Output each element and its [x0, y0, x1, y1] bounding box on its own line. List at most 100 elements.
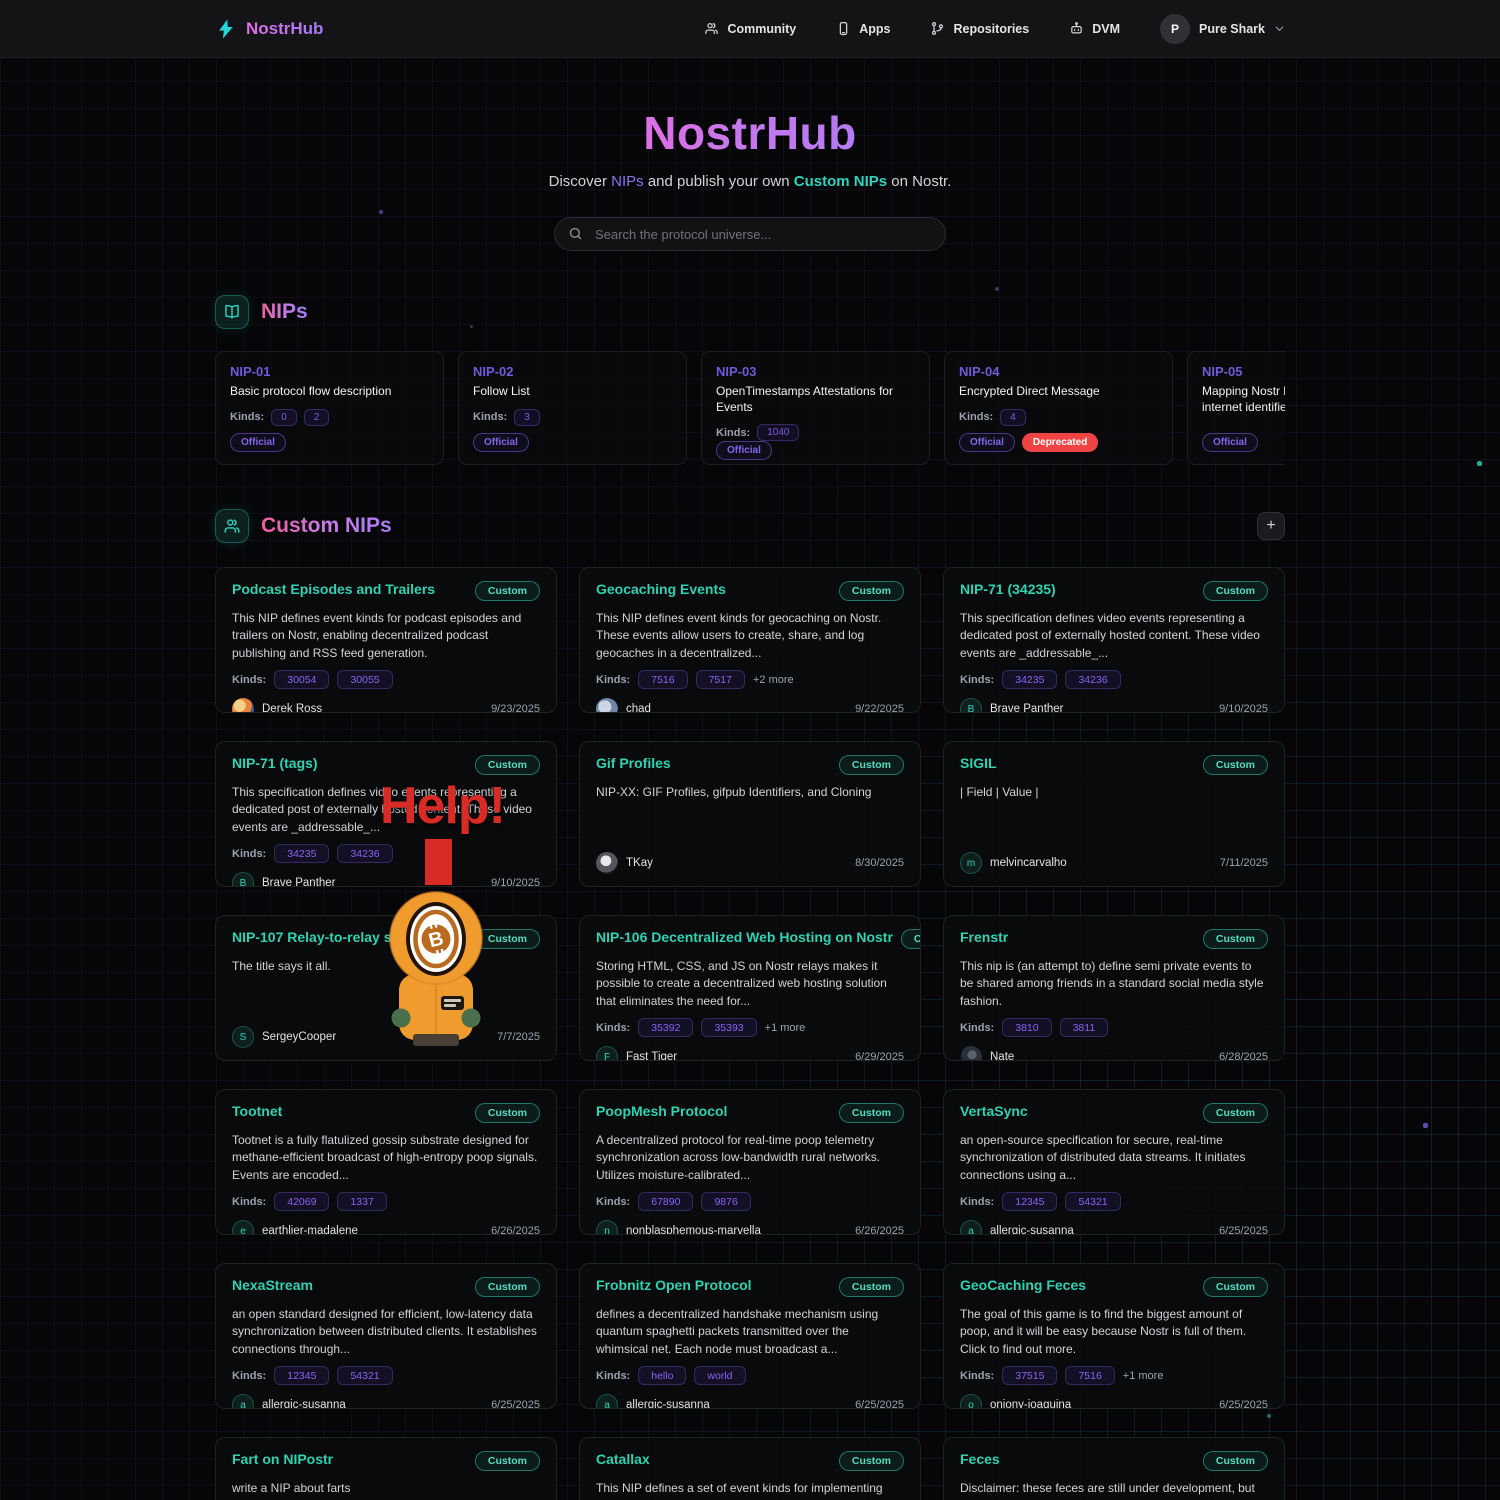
- subtitle-text: and publish your own: [644, 173, 794, 190]
- custom-nip-card[interactable]: NIP-107 Relay-to-relay syncCustomThe tit…: [215, 915, 557, 1061]
- custom-nip-card[interactable]: NIP-106 Decentralized Web Hosting on Nos…: [579, 915, 921, 1061]
- add-custom-nip-button[interactable]: +: [1257, 512, 1285, 540]
- card-date: 6/25/2025: [855, 1399, 904, 1409]
- brand-logo[interactable]: NostrHub: [215, 17, 323, 41]
- custom-nip-card[interactable]: NIP-71 (34235)CustomThis specification d…: [943, 567, 1285, 713]
- author-avatar: a: [960, 1220, 982, 1235]
- card-date: 8/30/2025: [855, 857, 904, 869]
- card-date: 6/25/2025: [1219, 1399, 1268, 1409]
- search-input[interactable]: [554, 217, 946, 251]
- kind-badge: 34236: [1065, 670, 1120, 689]
- card-author[interactable]: ooniony-joaquina: [960, 1394, 1071, 1409]
- nip-card[interactable]: NIP-05Mapping Nostr keys to DNS-based in…: [1187, 351, 1285, 465]
- card-author[interactable]: BBrave Panther: [232, 872, 336, 887]
- kinds-label: Kinds:: [960, 1370, 994, 1382]
- card-author[interactable]: aallergic-susanna: [960, 1220, 1074, 1235]
- author-avatar: a: [232, 1394, 254, 1409]
- nav-item-repositories[interactable]: Repositories: [930, 21, 1029, 36]
- kind-badge: 35392: [638, 1018, 693, 1037]
- author-avatar: [596, 698, 618, 713]
- custom-card-description: write a NIP about farts: [232, 1480, 540, 1497]
- official-badge: Official: [230, 433, 286, 452]
- card-author[interactable]: eearthlier-madalene: [232, 1220, 358, 1235]
- nav-item-community[interactable]: Community: [704, 21, 796, 36]
- kind-badge: 67890: [638, 1192, 693, 1211]
- custom-nip-card[interactable]: NIP-71 (tags)CustomThis specification de…: [215, 741, 557, 887]
- custom-nip-card[interactable]: Frobnitz Open ProtocolCustomdefines a de…: [579, 1263, 921, 1409]
- card-date: 6/26/2025: [855, 1225, 904, 1235]
- people-icon: [215, 509, 249, 543]
- custom-nip-card[interactable]: Geocaching EventsCustomThis NIP defines …: [579, 567, 921, 713]
- kind-badge: 34235: [1002, 670, 1057, 689]
- nip-card[interactable]: NIP-03OpenTimestamps Attestations for Ev…: [701, 351, 930, 465]
- custom-card-title: PoopMesh Protocol: [596, 1103, 727, 1119]
- custom-nip-card[interactable]: NexaStreamCustoman open standard designe…: [215, 1263, 557, 1409]
- kind-badge: 7516: [638, 670, 687, 689]
- nip-card-title: NIP-01: [230, 364, 429, 379]
- kind-badge: 12345: [1002, 1192, 1057, 1211]
- card-date: 6/28/2025: [1219, 1051, 1268, 1061]
- card-date: 9/22/2025: [855, 703, 904, 713]
- custom-card-description: This nip is (an attempt to) define semi …: [960, 958, 1268, 1010]
- kind-badge: 4: [1000, 409, 1026, 426]
- custom-badge: Custom: [1203, 1103, 1268, 1123]
- custom-card-description: NIP-XX: GIF Profiles, gifpub Identifiers…: [596, 784, 904, 801]
- card-author[interactable]: aallergic-susanna: [596, 1394, 710, 1409]
- custom-nip-card[interactable]: Fart on NIPostrCustomwrite a NIP about f…: [215, 1437, 557, 1500]
- card-author[interactable]: FFast Tiger: [596, 1046, 677, 1061]
- custom-card-title: GeoCaching Feces: [960, 1277, 1086, 1293]
- card-author[interactable]: TKay: [596, 852, 653, 874]
- card-author[interactable]: Derek Ross: [232, 698, 322, 713]
- custom-nip-card[interactable]: TootnetCustomTootnet is a fully flatuliz…: [215, 1089, 557, 1235]
- custom-nip-card[interactable]: SIGILCustom| Field | Value |mmelvincarva…: [943, 741, 1285, 887]
- nips-link[interactable]: NIPs: [611, 173, 644, 190]
- nip-card[interactable]: NIP-04Encrypted Direct MessageKinds:4Off…: [944, 351, 1173, 465]
- card-author[interactable]: aallergic-susanna: [232, 1394, 346, 1409]
- nav-item-label: DVM: [1092, 22, 1120, 36]
- custom-badge: Custom: [1203, 1451, 1268, 1471]
- custom-card-description: | Field | Value |: [960, 784, 1268, 801]
- nip-card-title: NIP-04: [959, 364, 1158, 379]
- custom-nips-link[interactable]: Custom NIPs: [794, 173, 887, 190]
- custom-nip-card[interactable]: FrenstrCustomThis nip is (an attempt to)…: [943, 915, 1285, 1061]
- card-author[interactable]: nnonblasphemous-marvella: [596, 1220, 761, 1235]
- custom-badge: Custom: [901, 929, 921, 949]
- custom-badge: Custom: [839, 1451, 904, 1471]
- kind-badge: 34236: [337, 844, 392, 863]
- nip-card-title: NIP-03: [716, 364, 915, 379]
- kind-badge: 1337: [337, 1192, 386, 1211]
- kinds-label: Kinds:: [473, 411, 507, 423]
- card-author[interactable]: chad: [596, 698, 651, 713]
- kinds-label: Kinds:: [960, 1022, 994, 1034]
- card-author[interactable]: Nate: [960, 1046, 1014, 1061]
- custom-nip-card[interactable]: Gif ProfilesCustomNIP-XX: GIF Profiles, …: [579, 741, 921, 887]
- nip-card[interactable]: NIP-02Follow ListKinds:3Official: [458, 351, 687, 465]
- custom-nip-card[interactable]: CatallaxCustomThis NIP defines a set of …: [579, 1437, 921, 1500]
- kinds-label: Kinds:: [232, 1370, 266, 1382]
- card-author[interactable]: BBrave Panther: [960, 698, 1064, 713]
- nav-item-apps[interactable]: Apps: [836, 21, 890, 36]
- git-branch-icon: [930, 21, 945, 36]
- nav-item-dvm[interactable]: DVM: [1069, 21, 1120, 36]
- custom-nip-card[interactable]: FecesCustomDisclaimer: these feces are s…: [943, 1437, 1285, 1500]
- custom-nip-card[interactable]: PoopMesh ProtocolCustomA decentralized p…: [579, 1089, 921, 1235]
- custom-card-title: Gif Profiles: [596, 755, 671, 771]
- card-author[interactable]: mmelvincarvalho: [960, 852, 1067, 874]
- nip-card[interactable]: NIP-01Basic protocol flow descriptionKin…: [215, 351, 444, 465]
- custom-card-description: an open standard designed for efficient,…: [232, 1306, 540, 1358]
- custom-nip-card[interactable]: Podcast Episodes and TrailersCustomThis …: [215, 567, 557, 713]
- custom-nip-card[interactable]: GeoCaching FecesCustomThe goal of this g…: [943, 1263, 1285, 1409]
- kind-badge: 2: [304, 409, 330, 426]
- author-name: oniony-joaquina: [990, 1399, 1071, 1409]
- custom-badge: Custom: [475, 929, 540, 949]
- author-name: Nate: [990, 1051, 1014, 1061]
- nip-card-description: Encrypted Direct Message: [959, 384, 1158, 400]
- card-date: 6/26/2025: [491, 1225, 540, 1235]
- kind-badge: 3811: [1060, 1018, 1109, 1037]
- custom-nip-card[interactable]: VertaSyncCustoman open-source specificat…: [943, 1089, 1285, 1235]
- card-author[interactable]: SSergeyCooper: [232, 1026, 336, 1048]
- custom-badge: Custom: [1203, 755, 1268, 775]
- author-name: allergic-susanna: [626, 1399, 710, 1409]
- search-icon: [568, 226, 583, 241]
- user-menu[interactable]: P Pure Shark: [1160, 14, 1285, 44]
